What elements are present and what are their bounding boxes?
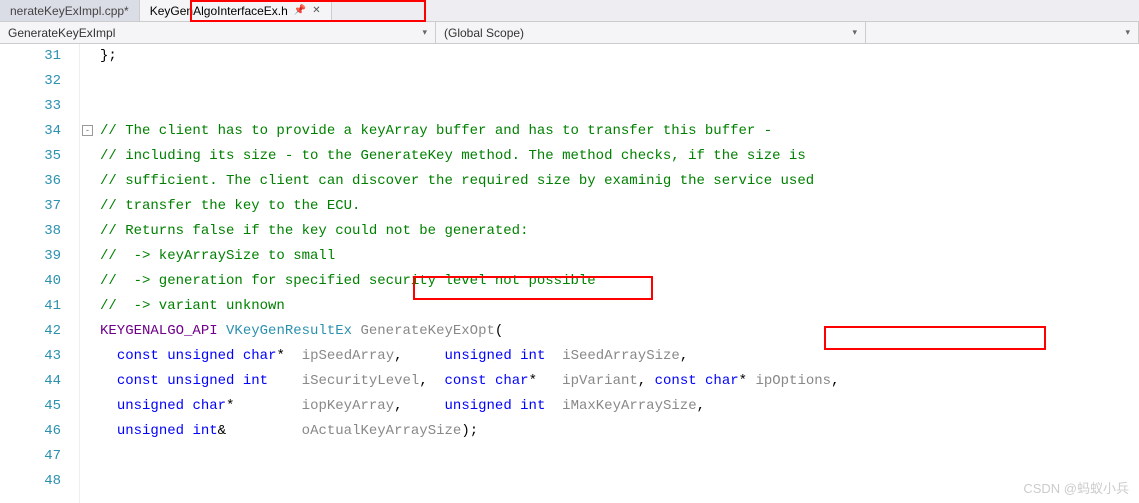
line-number: 42 [0,319,61,344]
code-line[interactable]: // transfer the key to the ECU. [100,194,1139,219]
line-number: 31 [0,44,61,69]
code-line[interactable]: // -> keyArraySize to small [100,244,1139,269]
tab-header-file[interactable]: KeyGenAlgoInterfaceEx.h 📌 ✕ [140,0,332,21]
line-number-gutter: 313233343536373839404142434445464748 [0,44,80,503]
scope-label: (Global Scope) [444,26,524,40]
scope-label: GenerateKeyExImpl [8,26,115,40]
line-number: 41 [0,294,61,319]
chevron-down-icon: ▾ [1125,27,1130,38]
line-number: 36 [0,169,61,194]
code-line[interactable]: const unsigned char* ipSeedArray, unsign… [100,344,1139,369]
line-number: 48 [0,469,61,494]
line-number: 33 [0,94,61,119]
line-number: 40 [0,269,61,294]
line-number: 38 [0,219,61,244]
code-line[interactable]: // sufficient. The client can discover t… [100,169,1139,194]
tab-cpp-file[interactable]: nerateKeyExImpl.cpp* [0,0,140,21]
code-editor[interactable]: 313233343536373839404142434445464748 }; /… [0,44,1139,503]
line-number: 35 [0,144,61,169]
line-number: 44 [0,369,61,394]
scope-member-dropdown[interactable]: (Global Scope) ▾ [436,22,866,43]
code-line[interactable] [100,444,1139,469]
scope-extra-dropdown[interactable]: ▾ [866,22,1139,43]
line-number: 34 [0,119,61,144]
code-line[interactable]: // -> variant unknown [100,294,1139,319]
tab-label: nerateKeyExImpl.cpp* [10,4,129,18]
scope-bar: GenerateKeyExImpl ▾ (Global Scope) ▾ ▾ [0,22,1139,44]
fold-toggle[interactable]: - [82,125,93,136]
code-line[interactable]: unsigned int& oActualKeyArraySize); [100,419,1139,444]
code-line[interactable]: const unsigned int iSecurityLevel, const… [100,369,1139,394]
code-line[interactable]: // including its size - to the GenerateK… [100,144,1139,169]
code-line[interactable] [100,94,1139,119]
code-line[interactable]: unsigned char* iopKeyArray, unsigned int… [100,394,1139,419]
watermark: CSDN @蚂蚁小兵 [1023,478,1129,497]
code-line[interactable] [100,69,1139,94]
line-number: 45 [0,394,61,419]
code-line[interactable]: // -> generation for specified security … [100,269,1139,294]
line-number: 43 [0,344,61,369]
code-line[interactable]: }; [100,44,1139,69]
close-icon[interactable]: ✕ [312,5,320,16]
line-number: 46 [0,419,61,444]
pin-icon[interactable]: 📌 [294,5,306,16]
code-line[interactable] [100,469,1139,494]
line-number: 37 [0,194,61,219]
code-line[interactable]: // Returns false if the key could not be… [100,219,1139,244]
chevron-down-icon: ▾ [422,27,427,38]
tab-bar: nerateKeyExImpl.cpp* KeyGenAlgoInterface… [0,0,1139,22]
scope-class-dropdown[interactable]: GenerateKeyExImpl ▾ [0,22,436,43]
code-area[interactable]: }; // The client has to provide a keyArra… [80,44,1139,503]
chevron-down-icon: ▾ [852,27,857,38]
line-number: 39 [0,244,61,269]
code-line[interactable]: // The client has to provide a keyArray … [100,119,1139,144]
tab-label: KeyGenAlgoInterfaceEx.h [150,4,288,18]
code-line[interactable]: KEYGENALGO_API VKeyGenResultEx GenerateK… [100,319,1139,344]
line-number: 32 [0,69,61,94]
line-number: 47 [0,444,61,469]
